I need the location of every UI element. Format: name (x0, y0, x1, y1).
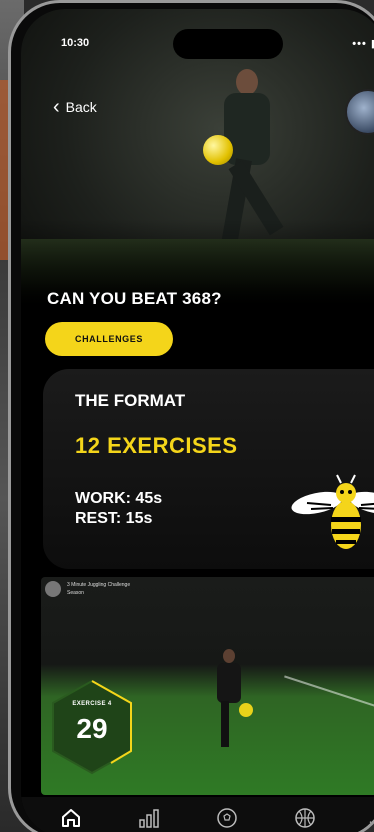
app-screen: 10:30 ••• ▮▮ ‹ Back CAN YOU BEAT 368? CH… (21, 9, 374, 832)
football-icon-video (239, 703, 253, 717)
home-icon (62, 809, 80, 827)
exercise-badge: EXERCISE 4 29 (51, 677, 133, 777)
work-time: WORK: 45s (75, 490, 163, 507)
basketball-icon (295, 808, 315, 828)
channel-avatar (45, 581, 61, 597)
football-icon (217, 808, 237, 828)
page-title: CAN YOU BEAT 368? (47, 289, 222, 308)
football-icon (203, 135, 233, 165)
status-icons: ••• ▮▮ (352, 38, 374, 50)
back-label: Back (65, 99, 97, 115)
tab-more[interactable]: … (355, 803, 374, 832)
bee-icon (291, 474, 374, 549)
video-card[interactable]: 3 Minute Juggling Challenge Season EXERC… (41, 577, 374, 795)
video-header: 3 Minute Juggling Challenge Season (45, 581, 130, 597)
pitch-line (284, 675, 374, 721)
status-time: 10:30 (61, 37, 90, 49)
tab-home[interactable] (51, 803, 91, 832)
stats-icon (139, 809, 159, 828)
exercise-label: EXERCISE 4 (72, 701, 112, 707)
back-button[interactable]: ‹ Back (53, 96, 97, 118)
video-meta: 3 Minute Juggling Challenge Season (67, 581, 130, 597)
video-subtitle: Season (67, 590, 84, 596)
tab-football[interactable] (207, 803, 247, 832)
tab-bar: … (21, 797, 374, 832)
format-card: THE FORMAT 12 EXERCISES WORK: 45s REST: … (43, 369, 374, 569)
format-title: THE FORMAT (75, 391, 186, 410)
exercise-count: 12 EXERCISES (75, 433, 238, 458)
player-figure-video (209, 649, 249, 749)
more-icon: … (368, 810, 374, 826)
tab-basketball[interactable] (285, 803, 325, 832)
work-rest: WORK: 45s REST: 15s (75, 489, 162, 529)
channel-name: 3 Minute Juggling Challenge (67, 582, 131, 588)
rest-time: REST: 15s (75, 510, 153, 527)
chevron-left-icon: ‹ (53, 96, 60, 118)
status-bar: 10:30 ••• ▮▮ (61, 37, 374, 53)
phone-frame: 10:30 ••• ▮▮ ‹ Back CAN YOU BEAT 368? CH… (8, 0, 374, 832)
challenges-button[interactable]: CHALLENGES (45, 322, 173, 356)
tab-stats[interactable] (129, 803, 169, 832)
exercise-value: 29 (76, 713, 108, 744)
